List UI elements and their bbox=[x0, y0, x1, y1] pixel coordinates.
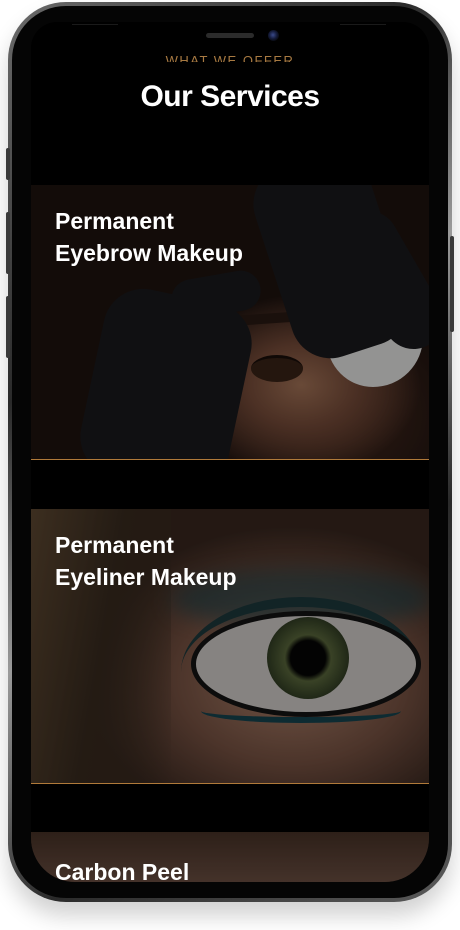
antenna-line-right bbox=[340, 24, 386, 25]
front-camera-icon bbox=[268, 30, 279, 41]
service-card-eyebrow[interactable]: Permanent Eyebrow Makeup bbox=[31, 185, 429, 460]
service-title: Permanent Eyeliner Makeup bbox=[55, 532, 237, 590]
volume-up-button bbox=[6, 212, 10, 274]
earpiece-speaker bbox=[206, 33, 254, 38]
page-title: Our Services bbox=[140, 80, 320, 113]
phone-screen: WHAT WE OFFER Our Services Permanent Eye… bbox=[31, 22, 429, 882]
section-kicker: WHAT WE OFFER bbox=[165, 53, 295, 62]
antenna-line-left bbox=[72, 24, 118, 25]
volume-down-button bbox=[6, 296, 10, 358]
service-title: Carbon Peel bbox=[55, 859, 190, 882]
service-card-eyeliner[interactable]: Permanent Eyeliner Makeup bbox=[31, 509, 429, 784]
service-card-carbon-peel[interactable]: Carbon Peel bbox=[31, 832, 429, 882]
power-button bbox=[450, 236, 454, 332]
mute-switch bbox=[6, 148, 10, 180]
service-title: Permanent Eyebrow Makeup bbox=[55, 208, 243, 266]
